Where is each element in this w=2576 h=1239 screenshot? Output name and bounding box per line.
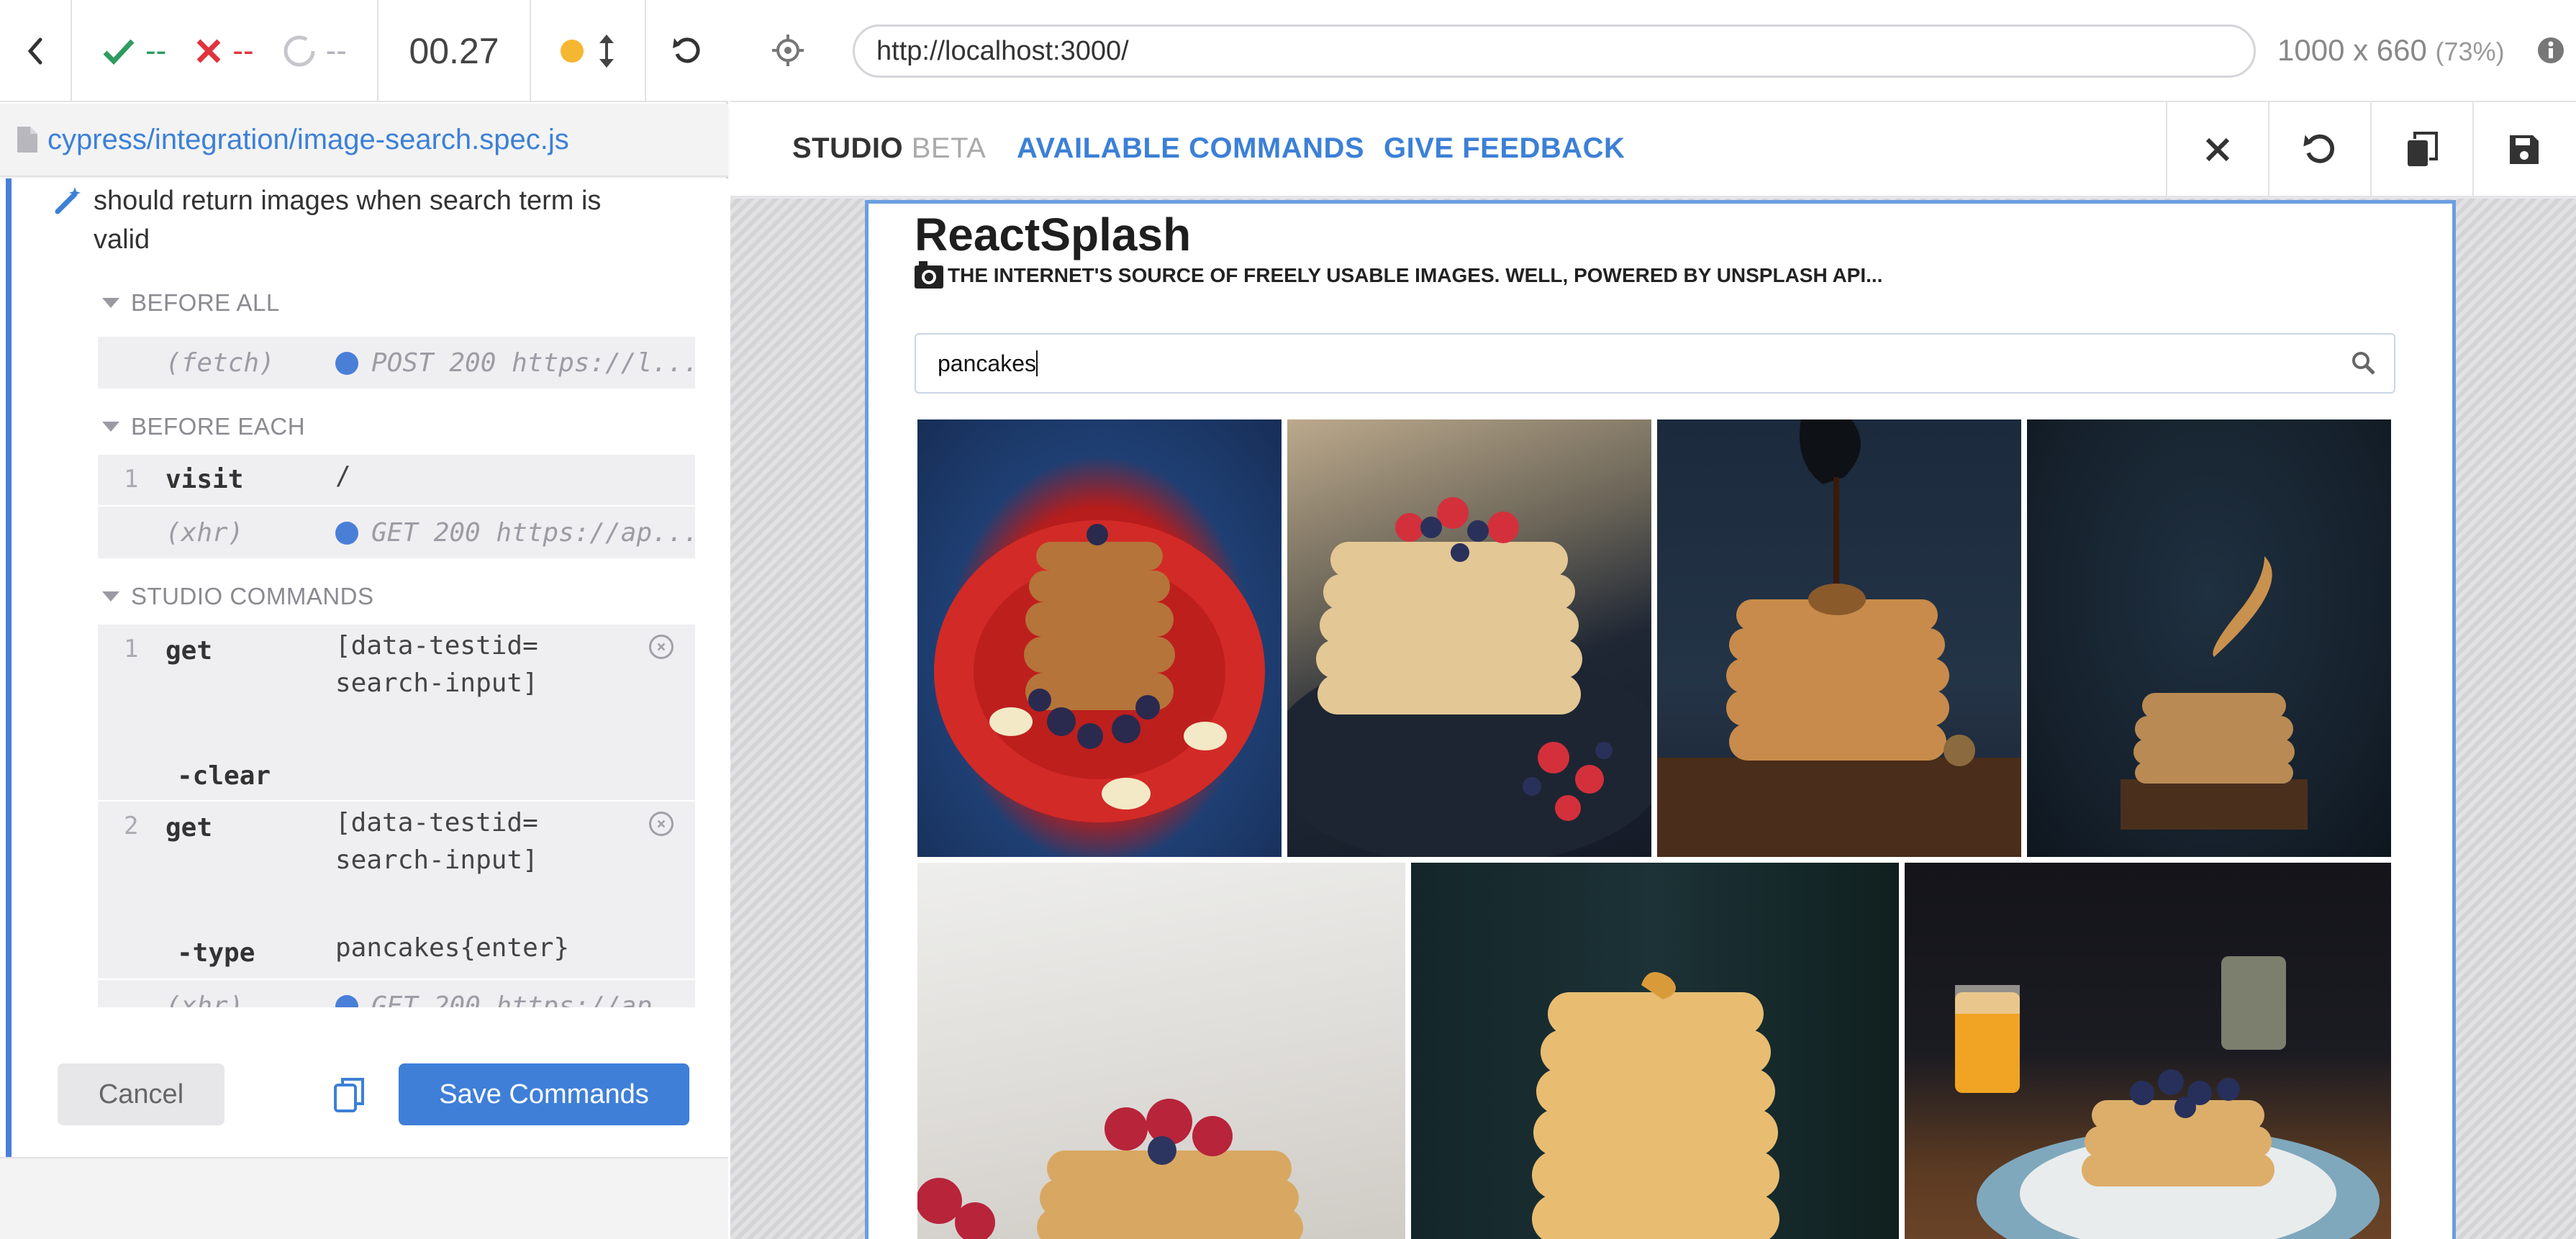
remove-command-icon[interactable]: × bbox=[649, 635, 674, 659]
search-input[interactable]: pancakes bbox=[915, 333, 2395, 394]
copy-icon[interactable] bbox=[332, 1076, 367, 1114]
caret-down-icon bbox=[102, 422, 119, 432]
pancake-image[interactable] bbox=[1657, 419, 2021, 857]
search-icon[interactable] bbox=[2351, 350, 2377, 376]
pancake-photo bbox=[917, 1099, 1303, 1239]
viewport-size: 1000 x 660 (73%) bbox=[2277, 33, 2505, 67]
pending-circle-icon bbox=[284, 35, 315, 67]
request-dot-icon bbox=[335, 351, 358, 375]
caret-down-icon bbox=[102, 591, 119, 602]
test-stats: -- -- -- bbox=[72, 0, 378, 102]
app-title: ReactSplash bbox=[915, 209, 1192, 260]
pancake-image[interactable] bbox=[917, 419, 1282, 857]
file-icon bbox=[17, 127, 37, 153]
cancel-button[interactable]: Cancel bbox=[58, 1063, 225, 1125]
caret-down-icon bbox=[102, 298, 119, 308]
spec-file-bar[interactable]: cypress/integration/image-search.spec.js bbox=[0, 104, 728, 177]
studio-label: STUDIO BETA bbox=[792, 132, 987, 164]
running-indicator bbox=[531, 0, 646, 102]
pancake-image[interactable] bbox=[1287, 419, 1651, 857]
app-preview-pane: http://localhost:3000/ 1000 x 660 (73%) … bbox=[730, 0, 2576, 1239]
failed-stat: -- bbox=[195, 33, 254, 69]
hook-before-all[interactable]: BEFORE ALL bbox=[102, 289, 280, 317]
pancake-image[interactable] bbox=[2027, 419, 2391, 857]
camera-icon bbox=[915, 261, 943, 289]
pancake-photo bbox=[1287, 497, 1651, 857]
back-button[interactable] bbox=[0, 0, 72, 102]
info-icon[interactable] bbox=[2536, 36, 2565, 65]
studio-footer: Cancel Save Commands bbox=[6, 1007, 728, 1158]
magic-wand-icon bbox=[55, 187, 81, 214]
scroll-toggle-icon[interactable] bbox=[598, 33, 615, 69]
pancake-photo bbox=[1657, 419, 2021, 857]
url-bar: http://localhost:3000/ 1000 x 660 (73%) bbox=[730, 0, 2576, 102]
restart-icon bbox=[2303, 134, 2334, 163]
available-commands-link[interactable]: AVAILABLE COMMANDS bbox=[1017, 132, 1364, 165]
remove-command-icon[interactable]: × bbox=[649, 812, 674, 836]
app-under-test: ReactSplash THE INTERNET'S SOURCE OF FRE… bbox=[865, 200, 2456, 1239]
duration: 00.27 bbox=[378, 0, 531, 102]
studio-commands-header[interactable]: STUDIO COMMANDS bbox=[102, 583, 374, 610]
close-icon bbox=[2205, 137, 2230, 162]
studio-command-row[interactable]: 2 get [data-testid=search-input] × -type… bbox=[98, 802, 695, 980]
reset-studio-button[interactable] bbox=[2268, 102, 2370, 197]
copy-commands-button[interactable] bbox=[2370, 102, 2472, 197]
command-row[interactable]: 1 visit / bbox=[98, 455, 695, 507]
request-dot-icon bbox=[335, 521, 358, 545]
restart-button[interactable] bbox=[646, 0, 728, 102]
pancake-photo bbox=[934, 520, 1265, 822]
spec-path[interactable]: cypress/integration/image-search.spec.js bbox=[47, 124, 569, 156]
x-icon bbox=[196, 39, 221, 63]
reporter-bottom bbox=[0, 1157, 728, 1239]
app-subtitle: THE INTERNET'S SOURCE OF FREELY USABLE I… bbox=[948, 264, 1883, 286]
pancake-photo bbox=[1532, 972, 1779, 1239]
studio-command-row[interactable]: 1 get [data-testid=search-input] × -clea… bbox=[98, 625, 695, 802]
copy-icon bbox=[2408, 132, 2438, 166]
chevron-left-icon bbox=[27, 37, 42, 65]
selector-playground-icon[interactable] bbox=[771, 33, 805, 68]
pending-stat: -- bbox=[283, 33, 347, 69]
give-feedback-link[interactable]: GIVE FEEDBACK bbox=[1384, 132, 1625, 165]
test-title: should return images when search term is… bbox=[94, 186, 602, 255]
text-cursor bbox=[1035, 350, 1038, 376]
save-icon bbox=[2510, 135, 2539, 164]
studio-toolbar: STUDIO BETA AVAILABLE COMMANDS GIVE FEED… bbox=[730, 102, 2576, 197]
close-studio-button[interactable] bbox=[2166, 102, 2268, 197]
command-row[interactable]: (fetch) POST 200 https://l... bbox=[98, 337, 699, 390]
url-input[interactable]: http://localhost:3000/ bbox=[853, 24, 2256, 78]
passed-stat: -- bbox=[102, 33, 166, 69]
command-row[interactable]: (xhr) GET 200 https://ap... bbox=[98, 507, 699, 560]
reporter-panel: -- -- -- 00.27 cypress/integration/image… bbox=[0, 0, 728, 1239]
pancake-photo bbox=[2121, 556, 2308, 830]
restart-icon bbox=[673, 37, 700, 63]
save-commands-button[interactable]: Save Commands bbox=[399, 1063, 689, 1125]
hook-before-each[interactable]: BEFORE EACH bbox=[102, 413, 305, 440]
running-dot-icon bbox=[561, 40, 584, 63]
save-studio-button[interactable] bbox=[2472, 102, 2575, 197]
pancake-image[interactable] bbox=[917, 863, 1405, 1239]
check-icon bbox=[103, 39, 135, 65]
reporter-header: -- -- -- 00.27 bbox=[0, 0, 728, 102]
pancake-photo bbox=[1955, 956, 2380, 1239]
pancake-image[interactable] bbox=[1905, 863, 2391, 1239]
pancake-image[interactable] bbox=[1411, 863, 1899, 1239]
